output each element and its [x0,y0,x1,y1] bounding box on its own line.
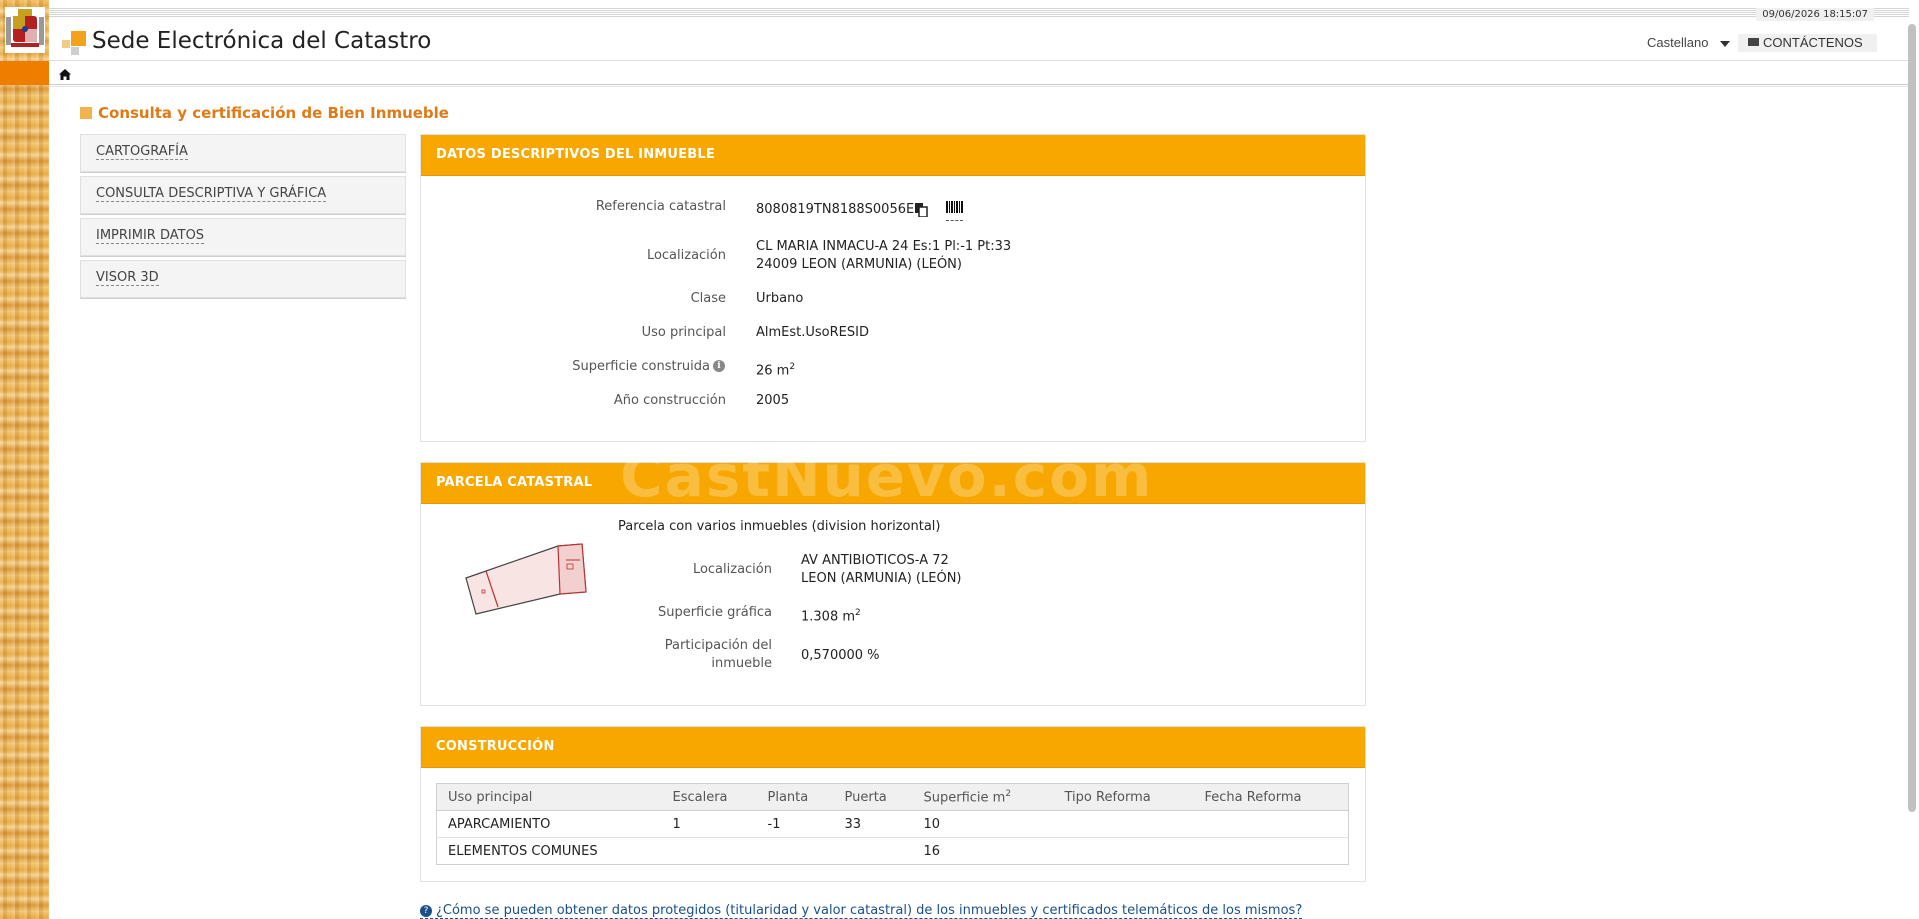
table-cell: 16 [912,837,1054,865]
superficie-construida-label: Superficie construida [572,359,710,374]
superficie-grafica-label: Superficie gráfica [657,605,772,620]
parcela-localizacion-line1: AV ANTIBIOTICOS-A 72 [801,553,949,568]
table-cell [833,837,913,865]
localizacion-label: Localización [646,248,726,263]
participacion-label-line1: Participación del [664,638,772,653]
participacion-label-line2: inmueble [711,656,772,671]
table-cell [1193,810,1349,838]
datos-protegidos-help-link[interactable]: ? ¿Cómo se pueden obtener datos protegido… [420,903,1303,919]
col-escalera: Escalera [661,783,757,811]
table-cell: 1 [661,810,757,838]
menu-imprimir-datos[interactable]: IMPRIMIR DATOS [80,218,406,256]
table-cell [1053,810,1194,838]
info-icon[interactable]: i [713,360,725,372]
table-cell [661,837,757,865]
menu-item-label: CONSULTA DESCRIPTIVA Y GRÁFICA [96,186,327,202]
site-title[interactable]: Sede Electrónica del Catastro [92,28,431,54]
help-link-text: ¿Cómo se pueden obtener datos protegidos… [436,903,1303,918]
table-cell: ELEMENTOS COMUNES [436,837,662,865]
left-decorative-strip [0,0,49,919]
table-cell: -1 [756,810,834,838]
header-divider [49,60,1909,61]
menu-item-label: CARTOGRAFÍA [96,144,188,160]
table-cell: 33 [833,810,913,838]
page-title: Consulta y certificación de Bien Inmuebl… [80,104,449,122]
superficie-grafica-value: 1.308 m2 [801,608,861,625]
strip-texture [0,0,49,919]
title-square-icon [80,107,92,119]
panel-header: CONSTRUCCIÓN [421,727,1365,768]
panel-header: DATOS DESCRIPTIVOS DEL INMUEBLE [421,135,1365,176]
menu-item-label: VISOR 3D [96,270,159,286]
vertical-scrollbar[interactable] [1908,24,1916,812]
superficie-construida-value: 26 m2 [756,362,796,379]
server-datetime: 09/06/2026 18:15:07 [1756,8,1874,21]
question-icon: ? [420,905,432,917]
table-row: APARCAMIENTO 1 -1 33 10 [436,810,1349,838]
localizacion-line1: CL MARIA INMACU-A 24 Es:1 Pl:-1 Pt:33 [756,239,1012,254]
col-uso-principal: Uso principal [436,783,662,811]
localizacion-line2: 24009 LEON (ARMUNIA) (LEÓN) [756,257,962,272]
copy-icon[interactable] [915,203,928,222]
panel-header-title: CONSTRUCCIÓN [436,739,555,754]
table-cell: 10 [912,810,1054,838]
table-cell [1193,837,1349,865]
col-fecha-reforma: Fecha Reforma [1193,783,1349,811]
header-stripes [49,8,1909,18]
breadcrumb-divider [49,84,1909,85]
col-puerta: Puerta [833,783,913,811]
uso-principal-value: AlmEst.UsoRESID [756,325,869,340]
menu-cartografia[interactable]: CARTOGRAFÍA [80,134,406,172]
language-label: Castellano [1647,35,1709,50]
coat-of-arms-logo[interactable] [5,7,45,53]
clase-label: Clase [690,291,726,306]
table-header-row: Uso principal Escalera Planta Puerta Sup… [436,783,1349,811]
orange-accent-bar [0,61,49,85]
parcela-description: Parcela con varios inmuebles (division h… [618,519,941,534]
col-superficie: Superficie m2 [912,783,1054,811]
participacion-value: 0,570000 % [801,648,880,663]
parcela-localizacion-label: Localización [692,562,772,577]
parcela-localizacion-line2: LEON (ARMUNIA) (LEÓN) [801,571,962,586]
envelope-icon [1748,38,1759,46]
page-title-text: Consulta y certificación de Bien Inmuebl… [98,104,449,122]
col-tipo-reforma: Tipo Reforma [1053,783,1194,811]
clase-value: Urbano [756,291,804,306]
construccion-table: Uso principal Escalera Planta Puerta Sup… [436,783,1349,865]
home-icon[interactable] [59,67,71,85]
menu-consulta-descriptiva[interactable]: CONSULTA DESCRIPTIVA Y GRÁFICA [80,176,406,214]
anio-construccion-label: Año construcción [613,393,726,408]
breadcrumb-divider-shadow [49,86,1909,87]
language-selector[interactable]: Castellano [1647,35,1731,50]
col-planta: Planta [756,783,834,811]
caret-down-icon [1720,40,1731,47]
table-cell: APARCAMIENTO [436,810,662,838]
catastro-logo-icon [62,31,86,55]
barcode-icon[interactable] [946,200,963,221]
panel-header-title: PARCELA CATASTRAL [436,475,593,490]
table-row: ELEMENTOS COMUNES 16 [436,837,1349,865]
ref-catastral-value: 8080819TN8188S0056EU [756,202,924,217]
parcela-map-thumbnail[interactable] [462,538,592,623]
table-cell [1053,837,1194,865]
uso-principal-label: Uso principal [641,325,726,340]
anio-construccion-value: 2005 [756,393,790,408]
panel-header-title: DATOS DESCRIPTIVOS DEL INMUEBLE [436,147,715,162]
contact-label: CONTÁCTENOS [1763,35,1863,50]
menu-visor-3d[interactable]: VISOR 3D [80,260,406,298]
contact-button[interactable]: CONTÁCTENOS [1738,34,1877,52]
table-cell [756,837,834,865]
menu-item-label: IMPRIMIR DATOS [96,228,205,244]
watermark-text: CastNuevo.com [620,442,1154,510]
ref-catastral-label: Referencia catastral [595,199,726,214]
